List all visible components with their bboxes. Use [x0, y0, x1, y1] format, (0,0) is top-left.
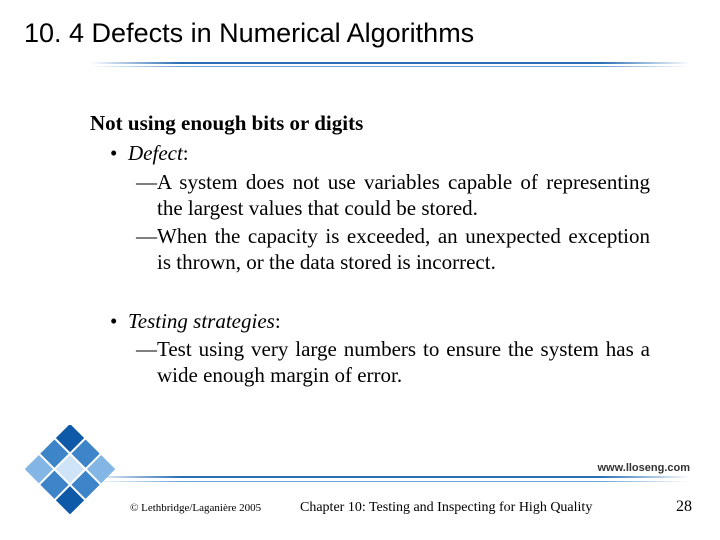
defect-point-1: — A system does not use variables capabl… — [136, 169, 650, 222]
dash-marker: — — [136, 336, 157, 389]
bullet-marker: • — [110, 308, 128, 334]
slide-body: Not using enough bits or digits • Defect… — [90, 110, 650, 390]
defect-text-2: When the capacity is exceeded, an unexpe… — [157, 223, 650, 276]
footer-divider-shadow — [90, 481, 690, 482]
bullet-marker: • — [110, 140, 128, 166]
bullet-defect: • Defect: — [110, 140, 650, 166]
title-divider — [90, 62, 690, 64]
testing-point-1: — Test using very large numbers to ensur… — [136, 336, 650, 389]
colon: : — [183, 141, 189, 165]
corner-decoration — [18, 425, 123, 520]
slide-title: 10. 4 Defects in Numerical Algorithms — [24, 18, 474, 49]
footer-chapter: Chapter 10: Testing and Inspecting for H… — [300, 500, 592, 516]
footer-page-number: 28 — [676, 498, 692, 516]
testing-text-1: Test using very large numbers to ensure … — [157, 336, 650, 389]
bullet-testing: • Testing strategies: — [110, 308, 650, 334]
slide: 10. 4 Defects in Numerical Algorithms No… — [0, 0, 720, 540]
dash-marker: — — [136, 169, 157, 222]
colon: : — [275, 309, 281, 333]
defect-point-2: — When the capacity is exceeded, an unex… — [136, 223, 650, 276]
footer-divider — [90, 476, 690, 478]
bullet-label-testing: Testing strategies — [128, 309, 275, 333]
footer-url: www.lloseng.com — [598, 462, 691, 474]
footer-copyright: © Lethbridge/Laganière 2005 — [130, 502, 261, 514]
section-heading: Not using enough bits or digits — [90, 110, 650, 136]
bullet-label-defect: Defect — [128, 141, 183, 165]
defect-text-1: A system does not use variables capable … — [157, 169, 650, 222]
title-divider-shadow — [90, 66, 690, 67]
dash-marker: — — [136, 223, 157, 276]
